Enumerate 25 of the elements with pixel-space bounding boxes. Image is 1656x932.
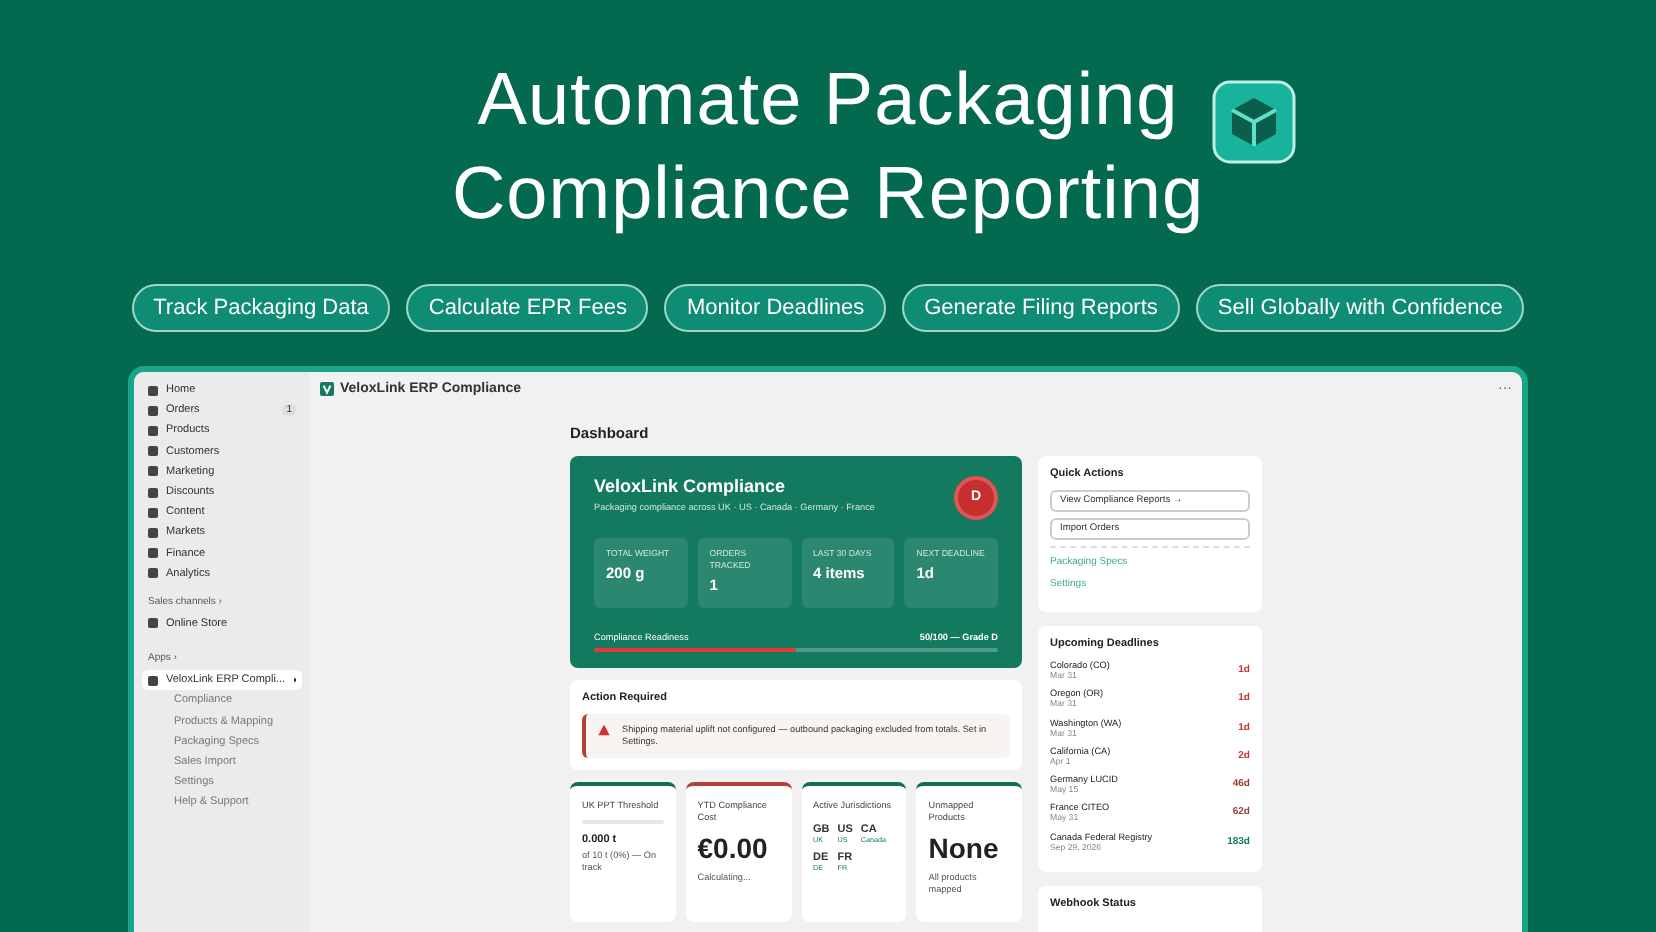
square-icon: [148, 385, 158, 396]
square-icon: [148, 507, 158, 518]
card-value: €0.00: [697, 831, 770, 864]
square-icon: [148, 527, 158, 538]
square-icon: [148, 675, 158, 686]
feature-pill[interactable]: Monitor Deadlines: [664, 284, 887, 332]
square-icon: [148, 548, 158, 559]
feature-pill[interactable]: Track Packaging Data: [131, 284, 391, 332]
summary-title: VeloxLink Compliance: [594, 475, 788, 496]
square-icon: [148, 405, 158, 416]
square-icon: [148, 425, 158, 436]
warning-icon: [598, 723, 610, 736]
feature-pill[interactable]: Calculate EPR Fees: [406, 284, 649, 332]
square-icon: [148, 568, 158, 579]
headline: Compliance Reporting: [451, 150, 1205, 238]
square-icon: [148, 446, 158, 457]
feature-pill[interactable]: Sell Globally with Confidence: [1195, 284, 1525, 332]
headline: Automate Packaging: [477, 56, 1179, 144]
feature-pill[interactable]: Generate Filing Reports: [902, 284, 1180, 332]
square-icon: [148, 487, 158, 498]
square-icon: [148, 466, 158, 477]
app-logo-icon: [320, 382, 334, 397]
square-icon: [148, 618, 158, 629]
card-value: None: [928, 831, 1001, 864]
box-logo-icon: [1212, 80, 1296, 164]
